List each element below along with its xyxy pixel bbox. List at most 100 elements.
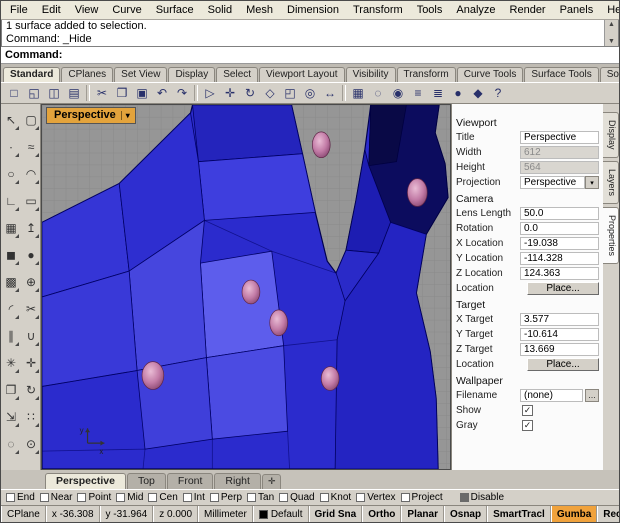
osnap-mid[interactable]: Mid xyxy=(116,492,143,503)
mesh-tool-icon[interactable]: ▩ xyxy=(1,268,21,295)
layers-icon[interactable]: ≡ xyxy=(408,84,428,103)
command-history-scrollbar[interactable]: ▲ ▼ xyxy=(604,20,618,46)
sphere-tool-icon[interactable]: ● xyxy=(21,241,41,268)
toolbar-tab-solid-tools[interactable]: Solid Too xyxy=(599,67,619,82)
toolbar-tab-set-view[interactable]: Set View xyxy=(114,67,168,82)
save-file-icon[interactable]: ◫ xyxy=(44,84,64,103)
join-tool-icon[interactable]: ∪ xyxy=(21,322,41,349)
osnap-quad-checkbox[interactable] xyxy=(279,493,289,502)
osnap-project-checkbox[interactable] xyxy=(400,493,410,502)
toolbar-tab-viewport-layout[interactable]: Viewport Layout xyxy=(259,67,345,82)
scroll-down-icon[interactable]: ▼ xyxy=(608,37,615,46)
scale-tool-icon[interactable]: ⇲ xyxy=(1,403,21,430)
current-layer[interactable]: Default xyxy=(252,506,309,522)
selection-filter-icon[interactable]: ▢ xyxy=(21,106,41,133)
grid-snap-toggle[interactable]: Grid Sna xyxy=(308,506,363,522)
move-tool-icon[interactable]: ✛ xyxy=(21,349,41,376)
viewport-menu-arrow-icon[interactable]: ▾ xyxy=(120,110,130,120)
explode-tool-icon[interactable]: ✳ xyxy=(1,349,21,376)
scroll-up-icon[interactable]: ▲ xyxy=(608,20,615,29)
named-views-icon[interactable]: ▦ xyxy=(348,84,368,103)
trim-tool-icon[interactable]: ✂ xyxy=(21,295,41,322)
wallpaper-show-checkbox[interactable]: ✓ xyxy=(522,405,533,416)
curve-tool-icon[interactable]: ≈ xyxy=(21,133,41,160)
osnap-quad[interactable]: Quad xyxy=(279,492,315,503)
perspective-viewport[interactable]: Perspective ▾ y x xyxy=(41,104,451,470)
y-target-field[interactable]: -10.614 xyxy=(520,328,599,341)
toolbar-tab-visibility[interactable]: Visibility xyxy=(345,67,396,82)
x-location-field[interactable]: -19.038 xyxy=(520,237,599,250)
menu-help[interactable]: Help xyxy=(600,2,619,18)
move-icon[interactable]: ✛ xyxy=(220,84,240,103)
render-icon[interactable]: ● xyxy=(448,84,468,103)
wallpaper-filename-field[interactable]: (none) xyxy=(520,389,583,402)
copy-tool-icon[interactable]: ❐ xyxy=(1,376,21,403)
new-viewport-tab-icon[interactable]: ✛ xyxy=(261,474,282,489)
planar-toggle[interactable]: Planar xyxy=(401,506,444,522)
browse-wallpaper-button[interactable]: … xyxy=(585,389,599,402)
menu-file[interactable]: File xyxy=(3,2,35,18)
array-tool-icon[interactable]: ∷ xyxy=(21,403,41,430)
record-history-toggle[interactable]: Record Histor xyxy=(597,506,619,522)
osnap-perp-checkbox[interactable] xyxy=(209,493,219,502)
print-icon[interactable]: ▤ xyxy=(64,84,84,103)
circle-tool-icon[interactable]: ○ xyxy=(1,160,21,187)
osnap-disable[interactable]: Disable xyxy=(459,492,504,503)
menu-transform[interactable]: Transform xyxy=(346,2,410,18)
box-tool-icon[interactable]: ◼ xyxy=(1,241,21,268)
osnap-int[interactable]: Int xyxy=(182,492,205,503)
open-file-icon[interactable]: ◱ xyxy=(24,84,44,103)
toolbar-tab-curve-tools[interactable]: Curve Tools xyxy=(456,67,524,82)
osnap-point-checkbox[interactable] xyxy=(77,493,87,502)
menu-analyze[interactable]: Analyze xyxy=(449,2,502,18)
tab-display[interactable]: Display xyxy=(603,112,619,158)
osnap-cen-checkbox[interactable] xyxy=(148,493,158,502)
menu-mesh[interactable]: Mesh xyxy=(239,2,280,18)
y-location-field[interactable]: -114.328 xyxy=(520,252,599,265)
viewport-tab-perspective[interactable]: Perspective xyxy=(45,473,126,489)
z-location-field[interactable]: 124.363 xyxy=(520,267,599,280)
osnap-knot-checkbox[interactable] xyxy=(319,493,329,502)
menu-dimension[interactable]: Dimension xyxy=(280,2,346,18)
tab-layers[interactable]: Layers xyxy=(603,160,619,204)
viewport-tab-front[interactable]: Front xyxy=(166,473,214,489)
osnap-toggle[interactable]: Osnap xyxy=(443,506,488,522)
point-tool-icon[interactable]: ∙ xyxy=(1,133,21,160)
lock-objects-icon[interactable]: ◉ xyxy=(388,84,408,103)
polyline-tool-icon[interactable]: ∟ xyxy=(1,187,21,214)
title-field[interactable]: Perspective xyxy=(520,131,599,144)
extrude-tool-icon[interactable]: ↥ xyxy=(21,214,41,241)
projection-select[interactable]: Perspective xyxy=(520,176,585,189)
menu-panels[interactable]: Panels xyxy=(553,2,601,18)
osnap-mid-checkbox[interactable] xyxy=(116,493,126,502)
osnap-end-checkbox[interactable] xyxy=(6,493,15,502)
osnap-vertex-checkbox[interactable] xyxy=(356,493,366,502)
x-target-field[interactable]: 3.577 xyxy=(520,313,599,326)
viewport-tab-right[interactable]: Right xyxy=(214,473,261,489)
osnap-disable-checkbox[interactable] xyxy=(459,493,469,502)
pointer-icon[interactable]: ↖ xyxy=(1,106,21,133)
osnap-near-checkbox[interactable] xyxy=(39,493,49,502)
boolean-tool-icon[interactable]: ⊕ xyxy=(21,268,41,295)
scale-icon[interactable]: ◇ xyxy=(260,84,280,103)
osnap-tan-checkbox[interactable] xyxy=(247,493,257,502)
rotate-icon[interactable]: ↻ xyxy=(240,84,260,103)
toolbar-tab-transform[interactable]: Transform xyxy=(396,67,456,82)
gumball-icon[interactable]: ◆ xyxy=(468,84,488,103)
lens-length-field[interactable]: 50.0 xyxy=(520,207,599,220)
toolbar-tab-select[interactable]: Select xyxy=(216,67,259,82)
osnap-point[interactable]: Point xyxy=(77,492,111,503)
menu-view[interactable]: View xyxy=(68,2,106,18)
split-tool-icon[interactable]: ∥ xyxy=(1,322,21,349)
tab-properties[interactable]: Properties xyxy=(603,206,619,264)
menu-solid[interactable]: Solid xyxy=(201,2,239,18)
rotation-field[interactable]: 0.0 xyxy=(520,222,599,235)
toolbar-tab-standard[interactable]: Standard xyxy=(3,67,61,82)
osnap-tan[interactable]: Tan xyxy=(247,492,274,503)
viewport-tab-top[interactable]: Top xyxy=(126,473,166,489)
new-file-icon[interactable]: □ xyxy=(4,84,24,103)
osnap-knot[interactable]: Knot xyxy=(319,492,351,503)
z-target-field[interactable]: 13.669 xyxy=(520,343,599,356)
rectangle-tool-icon[interactable]: ▭ xyxy=(21,187,41,214)
menu-curve[interactable]: Curve xyxy=(105,2,148,18)
